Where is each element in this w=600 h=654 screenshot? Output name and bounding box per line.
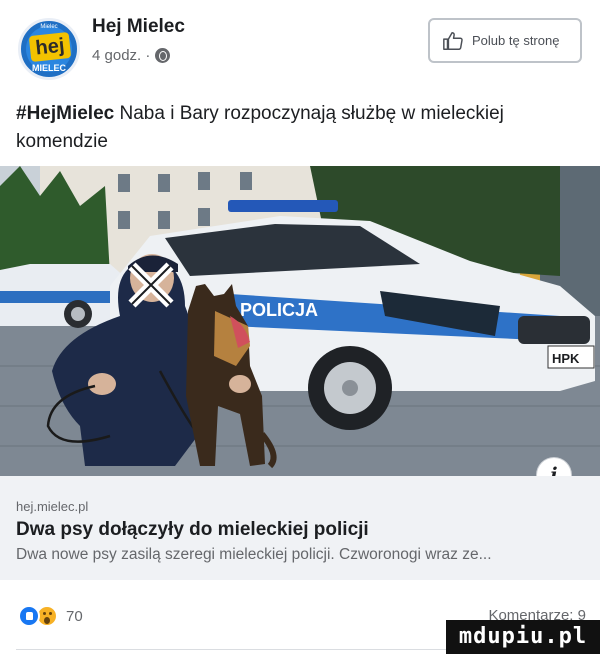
- post-timestamp[interactable]: 4 godz. ·: [92, 47, 150, 64]
- link-title[interactable]: Dwa psy dołączyły do mieleckiej policji: [16, 519, 369, 541]
- like-page-label: Polub tę stronę: [472, 33, 560, 48]
- link-preview-card[interactable]: hej.mielec.pl Dwa psy dołączyły do miele…: [0, 476, 600, 580]
- post-meta: 4 godz. ·: [92, 47, 171, 64]
- avatar-bottom-text: MIELEC: [31, 63, 66, 73]
- thumbs-up-icon: [443, 31, 463, 50]
- hashtag-link[interactable]: #HejMielec: [16, 103, 114, 124]
- car-police-text: POLICJA: [240, 300, 318, 320]
- police-photo-illustration: POLICJA HPK: [0, 166, 600, 476]
- post-photo[interactable]: POLICJA HPK: [0, 166, 600, 476]
- avatar-top-text: Mielec: [40, 24, 58, 30]
- reactions-summary[interactable]: 70: [18, 605, 83, 627]
- page-name-link[interactable]: Hej Mielec: [92, 16, 185, 38]
- like-reaction-icon: [18, 605, 40, 627]
- post-footer: 70 Komentarze: 9 mdupiu.pl: [0, 580, 600, 654]
- license-plate: HPK: [552, 351, 580, 366]
- site-watermark: mdupiu.pl: [446, 620, 600, 654]
- avatar-logo-word: hej: [28, 31, 72, 63]
- like-page-button[interactable]: Polub tę stronę: [428, 18, 582, 63]
- post-text: #HejMielec Naba i Bary rozpoczynają służ…: [16, 100, 586, 156]
- link-description: Dwa nowe psy zasilą szeregi mieleckiej p…: [16, 546, 492, 563]
- link-domain: hej.mielec.pl: [16, 499, 89, 514]
- post-header: Mielec hej MIELEC Hej Mielec 4 godz. · P…: [0, 0, 600, 90]
- reaction-count: 70: [66, 607, 83, 625]
- page-avatar[interactable]: Mielec hej MIELEC: [18, 18, 80, 80]
- globe-icon: [155, 48, 171, 63]
